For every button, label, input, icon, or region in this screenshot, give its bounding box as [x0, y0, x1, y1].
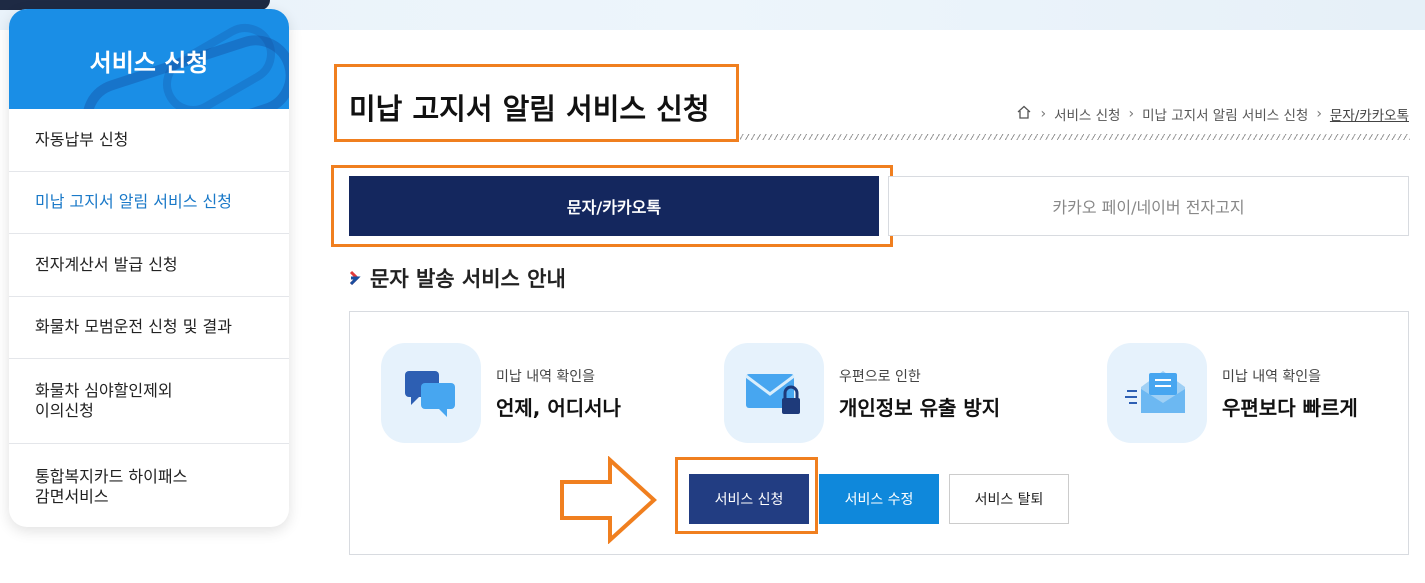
sidebar-item-label: 미납 고지서 알림 서비스 신청 — [35, 192, 232, 212]
feature-maintext: 우편보다 빠르게 — [1222, 395, 1358, 420]
feature-maintext: 개인정보 유출 방지 — [839, 395, 1001, 420]
sidebar-item-label: 통합복지카드 하이패스 감면서비스 — [35, 466, 188, 506]
arrow-right-icon — [560, 456, 657, 544]
breadcrumb: › 서비스 신청 › 미납 고지서 알림 서비스 신청 › 문자/카카오톡 — [1016, 104, 1409, 124]
chevron-right-icon — [349, 270, 361, 286]
sidebar-item-label: 전자계산서 발급 신청 — [35, 254, 178, 274]
sidebar-title: 서비스 신청 — [89, 49, 209, 77]
sidebar-item-label: 화물차 심야할인제외 이의신청 — [35, 381, 173, 420]
sidebar-item-truck-model-driving[interactable]: 화물차 모범운전 신청 및 결과 — [9, 297, 289, 359]
sidebar-item-unpaid-notice[interactable]: 미납 고지서 알림 서비스 신청 — [9, 172, 289, 234]
breadcrumb-separator-icon: › — [1040, 106, 1047, 122]
sidebar-item-welfare-hipass[interactable]: 통합복지카드 하이패스 감면서비스 — [9, 444, 289, 527]
feature-anytime: 미납 내역 확인을 언제, 어디서나 — [381, 343, 621, 443]
tab-sms-kakaotalk[interactable]: 문자/카카오톡 — [349, 176, 879, 236]
service-modify-button[interactable]: 서비스 수정 — [819, 474, 939, 524]
locked-mail-icon — [724, 343, 824, 443]
title-divider — [740, 134, 1410, 140]
page-title: 미납 고지서 알림 서비스 신청 — [349, 92, 710, 126]
fast-mail-icon — [1107, 343, 1207, 443]
sidebar-item-label: 자동납부 신청 — [35, 129, 129, 149]
breadcrumb-separator-icon: › — [1316, 106, 1322, 122]
sidebar-item-auto-payment[interactable]: 자동납부 신청 — [9, 109, 289, 172]
service-apply-button[interactable]: 서비스 신청 — [689, 474, 809, 524]
feature-subtext: 우편으로 인한 — [839, 368, 921, 385]
breadcrumb-current[interactable]: 문자/카카오톡 — [1330, 104, 1409, 124]
sidebar-header: 서비스 신청 — [9, 9, 289, 109]
sidebar-item-e-invoice[interactable]: 전자계산서 발급 신청 — [9, 234, 289, 297]
section-heading: 문자 발송 서비스 안내 — [348, 263, 566, 293]
feature-faster: 미납 내역 확인을 우편보다 빠르게 — [1107, 343, 1358, 443]
section-heading-text: 문자 발송 서비스 안내 — [370, 267, 566, 291]
feature-subtext: 미납 내역 확인을 — [1222, 368, 1322, 385]
home-icon[interactable] — [1016, 104, 1032, 124]
breadcrumb-item[interactable]: 미납 고지서 알림 서비스 신청 — [1142, 104, 1308, 124]
sidebar: 서비스 신청 자동납부 신청 미납 고지서 알림 서비스 신청 전자계산서 발급… — [9, 9, 289, 527]
sidebar-item-label: 화물차 모범운전 신청 및 결과 — [35, 317, 232, 337]
sidebar-item-truck-night-discount[interactable]: 화물차 심야할인제외 이의신청 — [9, 359, 289, 444]
breadcrumb-item[interactable]: 서비스 신청 — [1054, 104, 1120, 124]
chat-bubbles-icon — [381, 343, 481, 443]
feature-privacy: 우편으로 인한 개인정보 유출 방지 — [724, 343, 1000, 443]
service-withdraw-button[interactable]: 서비스 탈퇴 — [949, 474, 1069, 524]
tab-kakaopay-naver[interactable]: 카카오 페이/네이버 전자고지 — [888, 176, 1409, 236]
feature-subtext: 미납 내역 확인을 — [496, 368, 596, 385]
feature-maintext: 언제, 어디서나 — [496, 395, 621, 420]
breadcrumb-separator-icon: › — [1128, 106, 1135, 122]
